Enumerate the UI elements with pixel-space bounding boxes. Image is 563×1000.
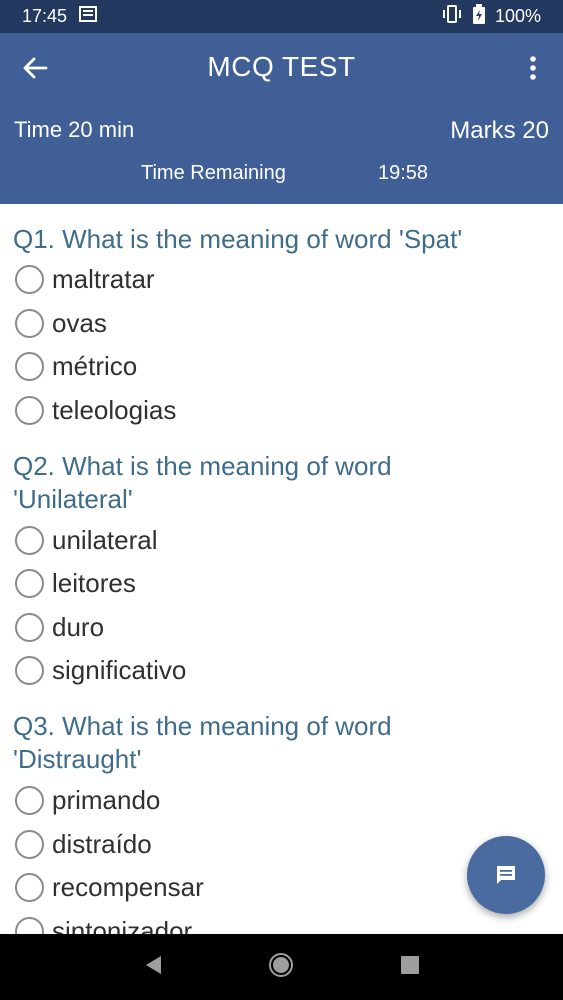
option-label: duro bbox=[52, 611, 105, 642]
q2-option-3[interactable]: duro bbox=[15, 609, 104, 645]
notification-icon bbox=[79, 6, 98, 27]
option-label: leitores bbox=[52, 567, 136, 598]
status-bar: 17:45 100% bbox=[0, 0, 563, 33]
triangle-back-icon bbox=[145, 955, 161, 974]
battery-percent: 100% bbox=[494, 6, 541, 26]
q3-option-4[interactable]: sintonizador bbox=[15, 913, 192, 934]
radio-button[interactable] bbox=[15, 264, 44, 294]
chat-fab-button[interactable] bbox=[467, 836, 545, 914]
nav-back-button[interactable] bbox=[143, 954, 163, 981]
time-remaining-label: Time Remaining bbox=[141, 162, 286, 184]
option-label: recompensar bbox=[52, 871, 204, 902]
page-title: MCQ TEST bbox=[207, 51, 356, 82]
radio-button[interactable] bbox=[15, 872, 44, 902]
system-nav-bar bbox=[0, 934, 563, 1000]
radio-button[interactable] bbox=[15, 785, 44, 815]
option-label: ovas bbox=[52, 307, 107, 338]
radio-button[interactable] bbox=[15, 525, 44, 555]
option-label: sintonizador bbox=[52, 915, 193, 935]
nav-home-button[interactable] bbox=[268, 952, 294, 983]
status-time: 17:45 bbox=[22, 6, 68, 26]
time-limit-label: Time 20 min bbox=[14, 117, 135, 142]
message-icon bbox=[497, 866, 515, 884]
q1-option-2[interactable]: ovas bbox=[15, 305, 107, 341]
option-label: métrico bbox=[52, 350, 138, 381]
q3-option-1[interactable]: primando bbox=[15, 782, 160, 818]
q1-option-4[interactable]: teleologias bbox=[15, 392, 176, 428]
radio-button[interactable] bbox=[15, 351, 44, 381]
option-label: significativo bbox=[52, 654, 187, 685]
more-vert-icon bbox=[530, 56, 536, 80]
question-3: Q3. What is the meaning of word 'Distrau… bbox=[13, 711, 392, 774]
q3-option-3[interactable]: recompensar bbox=[15, 869, 204, 905]
question-1: Q1. What is the meaning of word 'Spat' bbox=[13, 224, 463, 254]
question-2: Q2. What is the meaning of word 'Unilate… bbox=[13, 451, 392, 514]
radio-button[interactable] bbox=[15, 655, 44, 685]
q3-option-2[interactable]: distraído bbox=[15, 826, 152, 862]
radio-button[interactable] bbox=[15, 395, 44, 425]
option-label: teleologias bbox=[52, 394, 177, 425]
battery-charging-icon bbox=[472, 4, 485, 29]
square-recents-icon bbox=[401, 955, 420, 974]
vibrate-icon bbox=[441, 5, 463, 28]
marks-label: Marks 20 bbox=[450, 117, 549, 144]
radio-button[interactable] bbox=[15, 916, 44, 934]
question-list[interactable]: Q1. What is the meaning of word 'Spat' m… bbox=[0, 204, 563, 934]
nav-recents-button[interactable] bbox=[400, 955, 420, 980]
q2-option-2[interactable]: leitores bbox=[15, 565, 136, 601]
q2-option-4[interactable]: significativo bbox=[15, 652, 186, 688]
radio-button[interactable] bbox=[15, 568, 44, 598]
app-bar: MCQ TEST Time 20 min Marks 20 Time Remai… bbox=[0, 33, 563, 204]
option-label: unilateral bbox=[52, 524, 158, 555]
q2-option-1[interactable]: unilateral bbox=[15, 522, 158, 558]
option-label: maltratar bbox=[52, 263, 155, 294]
more-options-button[interactable] bbox=[521, 51, 545, 85]
circle-home-icon bbox=[269, 952, 294, 977]
radio-button[interactable] bbox=[15, 612, 44, 642]
q1-option-3[interactable]: métrico bbox=[15, 348, 137, 384]
q1-option-1[interactable]: maltratar bbox=[15, 261, 155, 297]
option-label: distraído bbox=[52, 828, 152, 859]
radio-button[interactable] bbox=[15, 829, 44, 859]
option-label: primando bbox=[52, 784, 161, 815]
radio-button[interactable] bbox=[15, 308, 44, 338]
time-remaining-value: 19:58 bbox=[378, 162, 429, 184]
